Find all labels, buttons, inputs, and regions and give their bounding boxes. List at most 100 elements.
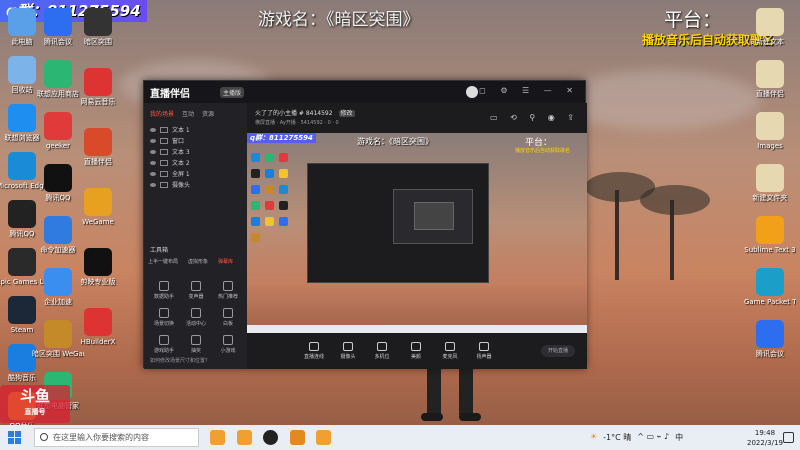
system-tray[interactable]: ☀ -1°C 晴 ^ ▭ ⌁ ♪ 中 [590,432,683,443]
eye-icon[interactable] [150,149,156,154]
tool-icon [159,308,169,318]
eye-icon[interactable] [150,171,156,176]
qq2-icon [44,164,72,192]
tool-item[interactable]: 小游戏 [212,335,244,354]
eye-icon[interactable] [150,127,156,132]
tool-item[interactable]: 抽奖 [180,335,212,354]
taskbar-app-icon[interactable] [290,430,305,445]
preview-group-badge: q群：811275594 [247,133,316,143]
desktop-shortcut[interactable]: 腾讯会议 [744,320,796,359]
tool-link-danmaku[interactable]: 弹幕库 [218,258,233,265]
desktop-shortcut[interactable]: WeGame [72,188,124,227]
scene-help-link[interactable]: 如何修改场景尺寸和位置？ [150,357,210,364]
scene-item[interactable]: 文本 1 [144,124,247,135]
scene-item[interactable]: 文本 2 [144,157,247,168]
scene-item[interactable]: 文本 3 [144,146,247,157]
taskbar-search-input[interactable]: 在这里输入你要搜索的内容 [34,428,199,447]
bottom-tool-label: 摄像头 [340,354,356,360]
tab-scenes[interactable]: 我的场景 [150,109,174,118]
bottom-tool[interactable]: 美颜 [404,342,428,360]
tab-interact[interactable]: 互动 [182,109,194,118]
tool-grid: 数据助手 变声器 热门推荐场景切换 活动中心 白板游戏助手 抽奖 小游戏 [148,281,244,354]
preview-desktop-icon [279,185,288,194]
images-icon [756,112,784,140]
bottom-tool[interactable]: 麦克风 [438,342,462,360]
desktop-shortcut[interactable]: Images [744,112,796,151]
netease-icon [84,68,112,96]
start-live-button[interactable]: 开始直播 [541,345,575,357]
scene-item[interactable]: 全屏 1 [144,168,247,179]
shortcut-icon [84,8,112,36]
store-icon [44,60,72,88]
preview-desktop-icon [251,169,260,178]
tool-link-layout[interactable]: 上半一键布局 [148,258,178,265]
app-titlebar[interactable]: 直播伴侣 主播版 ◻ ⚙ ☰ — ✕ [144,81,585,103]
bottom-tool-icon [445,342,455,351]
ime-indicator[interactable]: 中 [675,432,683,443]
sidebar: 我的场景 互动 资源 文本 1 窗口 文本 3 文本 2 全屏 1 摄像头 工具箱 上半一… [144,103,247,369]
desktop-shortcut[interactable]: 网易云音乐 [72,68,124,107]
desktop-shortcut-label: 企业加速 [44,298,72,306]
scene-item[interactable]: 摄像头 [144,179,247,190]
palm-tree [615,190,619,280]
tool-link-avatar[interactable]: 虚拟形象 [188,258,208,265]
desktop-shortcut[interactable]: HBuilderX [72,308,124,347]
steam-taskbar-icon[interactable] [263,430,278,445]
tool-icon [223,308,233,318]
eye-icon[interactable] [150,182,156,187]
live-companion-window[interactable]: 直播伴侣 主播版 ◻ ⚙ ☰ — ✕ 我的场景 互动 资源 文本 1 窗口 文本 3… [143,80,587,369]
bottom-tool[interactable]: 摄像头 [336,342,360,360]
weather-app-icon[interactable] [210,430,225,445]
bottom-tool[interactable]: 扬声器 [472,342,496,360]
desktop-shortcut[interactable]: 新建文件夹 [744,164,796,203]
tool-item[interactable]: 活动中心 [180,308,212,327]
desktop-shortcut[interactable]: 直播伴侣 [72,128,124,167]
header-icons[interactable]: ▭ ⟲ ⚲ ◉ ⇪ [490,113,579,122]
windows-start-icon[interactable] [8,431,22,445]
desktop-shortcut[interactable]: 新建文本 [744,8,796,47]
preview-desktop-icon [251,201,260,210]
eye-icon[interactable] [150,160,156,165]
source-icon [160,159,168,166]
tool-item[interactable]: 场景切换 [148,308,180,327]
bottom-tool-icon [343,342,353,351]
eye-icon[interactable] [150,138,156,143]
tool-item[interactable]: 数据助手 [148,281,180,300]
taskbar-app-icon[interactable] [237,430,252,445]
preview-nested-window [307,163,489,283]
game-name-text: 游戏名：《暗区突围》 [258,10,420,30]
desktop-shortcut[interactable]: Game Packet Tracer [744,268,796,307]
scene-item-label: 摄像头 [172,182,191,189]
user-avatar[interactable] [466,86,478,98]
tool-item[interactable]: 白板 [212,308,244,327]
tab-resources[interactable]: 资源 [202,109,214,118]
preview-desktop-icon [251,233,260,242]
sublime-icon [756,216,784,244]
tool-item-label: 热门推荐 [217,294,238,300]
stream-preview[interactable]: q群：811275594 游戏名：《暗区突围》 平台： 播放音乐后自动获取歌名 [247,133,587,333]
desktop-shortcut[interactable]: 暗区突围 [72,8,124,47]
preview-desktop-icon [251,217,260,226]
preview-desktop-icon [265,217,274,226]
window-controls[interactable]: ◻ ⚙ ☰ — ✕ [479,86,579,95]
tool-icon [223,281,233,291]
room-edit-tag[interactable]: 修改 [338,110,355,117]
desktop-shortcut-label: 网易云音乐 [80,98,116,106]
clock[interactable]: 19:48 2022/3/19 [747,428,783,448]
desktop-shortcut[interactable]: 剪映专业版 [72,248,124,287]
tool-item[interactable]: 游戏助手 [148,335,180,354]
desktop-shortcut[interactable]: Sublime Text 3 [744,216,796,255]
tool-item[interactable]: 热门推荐 [212,281,244,300]
tool-item[interactable]: 变声器 [180,281,212,300]
bottom-tool[interactable]: 多机位 [370,342,394,360]
tool-icon [223,335,233,345]
desktop-shortcut[interactable]: 直播伴侣 [744,60,796,99]
preview-desktop-icon [265,153,274,162]
taskbar-app-icon[interactable] [316,430,331,445]
scene-item[interactable]: 窗口 [144,135,247,146]
tray-icons[interactable]: ^ ▭ ⌁ ♪ [637,432,669,443]
bottom-tool[interactable]: 直播连线 [302,342,326,360]
douyu-watermark: 斗鱼 直播号 [0,385,70,423]
notification-icon[interactable] [783,432,794,443]
tool-item-label: 白板 [222,321,233,327]
